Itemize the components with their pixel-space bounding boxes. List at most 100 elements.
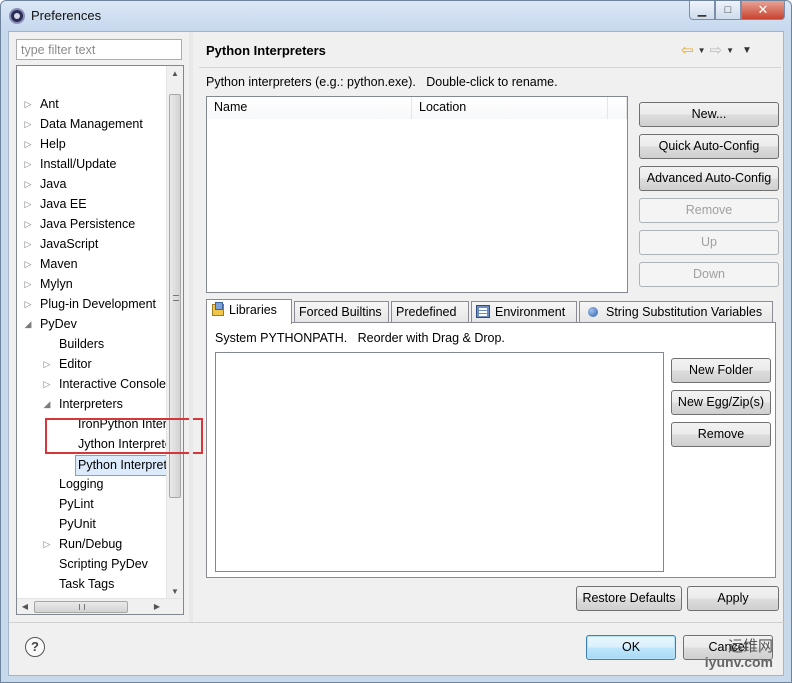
- collapsed-arrow-icon[interactable]: ▷: [42, 535, 52, 554]
- minimize-icon: ▁: [697, 4, 707, 17]
- tree-item[interactable]: ▷ Install/Update: [17, 155, 167, 175]
- tree-item-label: Python Interpreter: [75, 455, 167, 476]
- minimize-button[interactable]: ▁: [689, 1, 715, 20]
- pythonpath-list[interactable]: [215, 352, 664, 572]
- tree-item[interactable]: Builders: [17, 335, 167, 355]
- eclipse-icon: [9, 8, 25, 24]
- scroll-left-icon[interactable]: ◀: [17, 599, 33, 614]
- tree-item[interactable]: ▷ Mylyn: [17, 275, 167, 295]
- tree-item[interactable]: ▷ Editor: [17, 355, 167, 375]
- tab-forced-builtins[interactable]: Forced Builtins: [294, 301, 389, 323]
- title-bar[interactable]: Preferences ▁ □ ✕: [1, 1, 791, 31]
- tree-item-label: Install/Update: [40, 157, 117, 171]
- new-folder-button[interactable]: New Folder: [671, 358, 771, 383]
- tree-item[interactable]: ◢ PyDev: [17, 315, 167, 335]
- column-location[interactable]: Location: [412, 97, 608, 119]
- collapsed-arrow-icon[interactable]: ▷: [23, 155, 33, 174]
- view-menu-icon[interactable]: ▼: [742, 45, 752, 56]
- library-icon: [211, 302, 225, 316]
- tree-item[interactable]: PyLint: [17, 495, 167, 515]
- tree-item[interactable]: Scripting PyDev: [17, 555, 167, 575]
- libraries-panel: System PYTHONPATH. Reorder with Drag & D…: [206, 322, 776, 578]
- tree-item[interactable]: IronPython Interpreter: [17, 415, 167, 435]
- tree-item[interactable]: Logging: [17, 475, 167, 495]
- apply-button[interactable]: Apply: [687, 586, 779, 611]
- tree-item-label: Help: [40, 137, 66, 151]
- filter-input[interactable]: [16, 39, 182, 60]
- tree-item-label: Interactive Console: [59, 377, 167, 391]
- remove-library-button[interactable]: Remove: [671, 422, 771, 447]
- tree-item[interactable]: Jython Interpreter: [17, 435, 167, 455]
- tree-item[interactable]: ▷ Java EE: [17, 195, 167, 215]
- advanced-auto-config-button[interactable]: Advanced Auto-Config: [639, 166, 779, 191]
- expanded-arrow-icon[interactable]: ◢: [42, 395, 52, 414]
- new-egg-zip-button[interactable]: New Egg/Zip(s): [671, 390, 771, 415]
- tab-predefined[interactable]: Predefined: [391, 301, 469, 323]
- collapsed-arrow-icon[interactable]: ▷: [23, 275, 33, 294]
- tree-item[interactable]: PyUnit: [17, 515, 167, 535]
- restore-defaults-button[interactable]: Restore Defaults: [576, 586, 682, 611]
- tree-item[interactable]: ▷ Java: [17, 175, 167, 195]
- scroll-right-icon[interactable]: ▶: [149, 599, 165, 614]
- forward-arrow-icon[interactable]: ⇨: [710, 41, 723, 59]
- tree-item-label: IronPython Interpreter: [78, 417, 167, 431]
- tree-item[interactable]: ▷ Data Management: [17, 115, 167, 135]
- tree-item-label: Task Tags: [59, 577, 115, 591]
- collapsed-arrow-icon[interactable]: ▷: [23, 255, 33, 274]
- scroll-up-icon[interactable]: ▲: [167, 66, 183, 82]
- new-interpreter-button[interactable]: New...: [639, 102, 779, 127]
- tree-item[interactable]: ▷ Run/Debug: [17, 535, 167, 555]
- collapsed-arrow-icon[interactable]: ▷: [23, 235, 33, 254]
- close-icon: ✕: [757, 2, 769, 17]
- tab-environment[interactable]: Environment: [471, 301, 577, 323]
- up-button[interactable]: Up: [639, 230, 779, 255]
- down-button[interactable]: Down: [639, 262, 779, 287]
- tree-item[interactable]: ▷ Ant: [17, 95, 167, 115]
- tab-libraries[interactable]: Libraries: [206, 299, 292, 324]
- back-arrow-icon[interactable]: ⇦: [681, 41, 694, 59]
- column-name[interactable]: Name: [207, 97, 412, 119]
- ok-button[interactable]: OK: [586, 635, 676, 660]
- collapsed-arrow-icon[interactable]: ▷: [23, 95, 33, 114]
- tree-item[interactable]: Task Tags: [17, 575, 167, 595]
- interpreters-table[interactable]: Name Location: [206, 96, 628, 293]
- collapsed-arrow-icon[interactable]: ▷: [23, 175, 33, 194]
- scroll-thumb[interactable]: [169, 94, 181, 498]
- tree-item[interactable]: Python Interpreter: [17, 455, 167, 476]
- tree-item[interactable]: ▷ Java Persistence: [17, 215, 167, 235]
- expanded-arrow-icon[interactable]: ◢: [23, 315, 33, 334]
- collapsed-arrow-icon[interactable]: ▷: [23, 295, 33, 314]
- tree-horizontal-scrollbar[interactable]: ◀ ▶: [17, 598, 183, 614]
- tree-item-label: PyUnit: [59, 517, 96, 531]
- collapsed-arrow-icon[interactable]: ▷: [42, 375, 52, 394]
- remove-interpreter-button[interactable]: Remove: [639, 198, 779, 223]
- collapsed-arrow-icon[interactable]: ▷: [23, 195, 33, 214]
- collapsed-arrow-icon[interactable]: ▷: [42, 355, 52, 374]
- quick-auto-config-button[interactable]: Quick Auto-Config: [639, 134, 779, 159]
- dialog-body: ▷ Ant ▷ Data Management ▷ Help ▷ Install/Update…: [8, 31, 785, 676]
- tab-string-substitution-variables[interactable]: String Substitution Variables: [579, 301, 773, 323]
- collapsed-arrow-icon[interactable]: ▷: [23, 215, 33, 234]
- tree-item[interactable]: ▷ JavaScript: [17, 235, 167, 255]
- tree-item-label: Data Management: [40, 117, 143, 131]
- tree-item-label: PyLint: [59, 497, 94, 511]
- hscroll-thumb[interactable]: [34, 601, 128, 613]
- tree-item[interactable]: ▷ Plug-in Development: [17, 295, 167, 315]
- collapsed-arrow-icon[interactable]: ▷: [23, 135, 33, 154]
- pane-sash[interactable]: [189, 32, 193, 622]
- help-icon[interactable]: ?: [25, 637, 45, 657]
- tree-item-label: Java: [40, 177, 67, 191]
- close-button[interactable]: ✕: [741, 1, 785, 20]
- table-header: Name Location: [207, 97, 627, 119]
- tree-item[interactable]: ▷ Maven: [17, 255, 167, 275]
- tree-item[interactable]: ◢ Interpreters: [17, 395, 167, 415]
- tree-item[interactable]: ▷ Interactive Console: [17, 375, 167, 395]
- forward-dropdown-icon[interactable]: ▼: [726, 46, 734, 55]
- maximize-button[interactable]: □: [715, 1, 741, 20]
- tree-item[interactable]: ▷ Help: [17, 135, 167, 155]
- cancel-button[interactable]: Cancel: [683, 635, 773, 660]
- tree-item-label: Plug-in Development: [40, 297, 157, 311]
- collapsed-arrow-icon[interactable]: ▷: [23, 115, 33, 134]
- tree-vertical-scrollbar[interactable]: ▲ ▼: [166, 66, 183, 600]
- back-dropdown-icon[interactable]: ▼: [698, 46, 706, 55]
